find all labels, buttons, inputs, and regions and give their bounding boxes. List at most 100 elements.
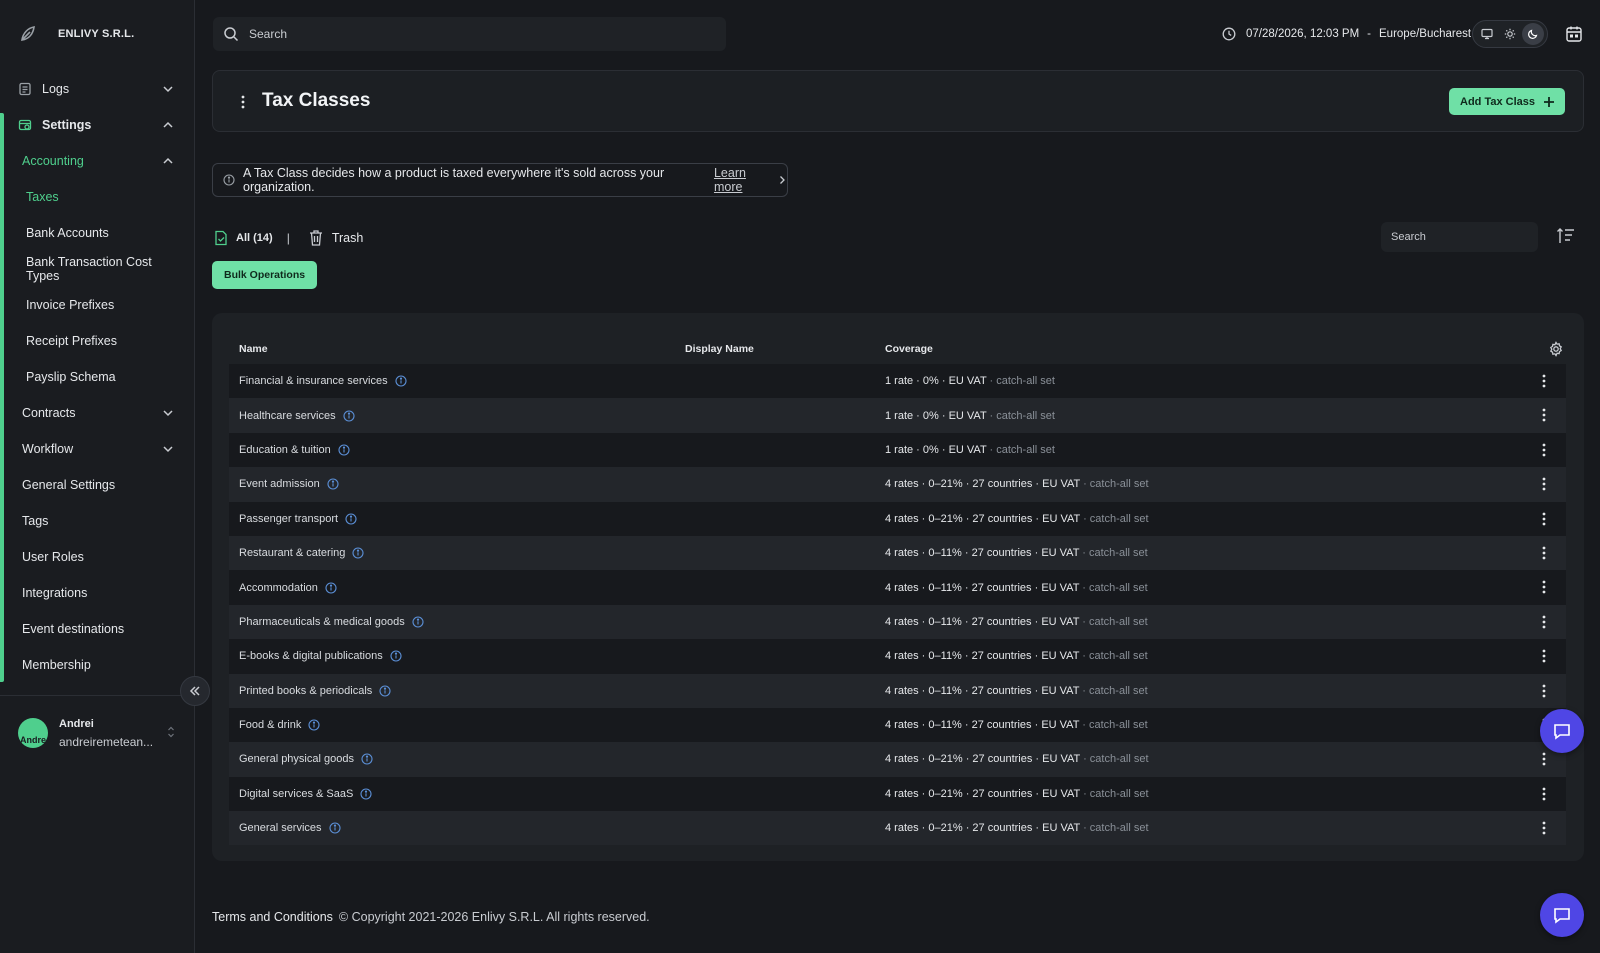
org-header[interactable]: ENLIVY S.R.L.	[18, 20, 134, 48]
kebab-menu-icon[interactable]	[1537, 751, 1551, 767]
sidebar-item-bank-accounts[interactable]: Bank Accounts	[26, 221, 174, 245]
info-icon[interactable]	[327, 478, 339, 490]
kebab-menu-icon[interactable]	[1537, 373, 1551, 389]
page-menu-icon[interactable]	[235, 92, 251, 112]
sidebar-item-label: Logs	[42, 82, 70, 96]
calendar-button[interactable]	[1562, 22, 1586, 46]
column-header-coverage[interactable]: Coverage	[885, 343, 933, 355]
sidebar-item-user-roles[interactable]: User Roles	[22, 545, 174, 569]
chat-button[interactable]	[1540, 893, 1584, 937]
sun-icon[interactable]	[1499, 23, 1521, 45]
list-search-input[interactable]	[1381, 222, 1538, 252]
table-row[interactable]: General services 4 rates · 0–21% · 27 cou…	[229, 811, 1566, 846]
sidebar-item-settings[interactable]: Settings	[18, 113, 174, 137]
table-row[interactable]: Passenger transport 4 rates · 0–21% · 27 …	[229, 501, 1566, 536]
sidebar-item-logs[interactable]: Logs	[18, 77, 174, 101]
table-row[interactable]: Financial & insurance services 1 rate · 0…	[229, 364, 1566, 399]
table-row[interactable]: Restaurant & catering 4 rates · 0–11% · 2…	[229, 535, 1566, 571]
sidebar-item-membership[interactable]: Membership	[22, 653, 174, 677]
filter-all-tab[interactable]: All (14)	[214, 230, 273, 246]
sidebar-item-general-settings[interactable]: General Settings	[22, 473, 174, 497]
chevron-up-icon[interactable]	[162, 119, 174, 131]
sidebar-item-bank-transaction-cost-types[interactable]: Bank Transaction Cost Types	[26, 255, 174, 283]
kebab-menu-icon[interactable]	[1537, 614, 1551, 630]
timezone-value: Europe/Bucharest	[1379, 28, 1472, 40]
leaf-logo-icon	[18, 24, 38, 44]
info-icon[interactable]	[345, 513, 357, 525]
sidebar-item-invoice-prefixes[interactable]: Invoice Prefixes	[26, 293, 174, 317]
kebab-menu-icon[interactable]	[1537, 820, 1551, 836]
learn-more-link[interactable]: Learn more	[714, 166, 787, 194]
sidebar-item-label: Settings	[42, 118, 92, 132]
info-icon[interactable]	[390, 650, 402, 662]
kebab-menu-icon[interactable]	[1537, 683, 1551, 699]
table-row[interactable]: Food & drink 4 rates · 0–11% · 27 countri…	[229, 707, 1566, 743]
column-header-display-name[interactable]: Display Name	[685, 343, 754, 355]
info-icon[interactable]	[379, 685, 391, 697]
sort-icon[interactable]	[1556, 227, 1576, 245]
sidebar-item-event-destinations[interactable]: Event destinations	[22, 617, 174, 641]
info-icon[interactable]	[360, 788, 372, 800]
kebab-menu-icon[interactable]	[1537, 545, 1551, 561]
info-icon[interactable]	[308, 719, 320, 731]
cell-name: Healthcare services	[239, 410, 355, 422]
chevron-down-icon[interactable]	[162, 407, 174, 419]
chevron-down-icon[interactable]	[162, 443, 174, 455]
sidebar-item-tags[interactable]: Tags	[22, 509, 174, 533]
add-tax-class-button[interactable]: Add Tax Class	[1449, 88, 1565, 115]
sidebar-item-receipt-prefixes[interactable]: Receipt Prefixes	[26, 329, 174, 353]
column-header-name[interactable]: Name	[239, 343, 268, 355]
kebab-menu-icon[interactable]	[1537, 442, 1551, 458]
chevron-up-down-icon[interactable]	[167, 725, 175, 739]
tax-class-name: Restaurant & catering	[239, 547, 346, 560]
table-row[interactable]: Healthcare services 1 rate · 0% · EU VAT …	[229, 398, 1566, 433]
info-icon[interactable]	[338, 444, 350, 456]
chevron-up-icon[interactable]	[162, 155, 174, 167]
trash-icon	[308, 229, 324, 247]
bulk-operations-button[interactable]: Bulk Operations	[212, 261, 318, 289]
info-icon[interactable]	[395, 375, 407, 387]
monitor-icon[interactable]	[1476, 23, 1498, 45]
table-row[interactable]: General physical goods 4 rates · 0–21% · …	[229, 742, 1566, 777]
collapse-sidebar-button[interactable]	[180, 676, 210, 706]
kebab-menu-icon[interactable]	[1537, 786, 1551, 802]
table-row[interactable]: Accommodation 4 rates · 0–11% · 27 countr…	[229, 570, 1566, 605]
search-icon	[223, 26, 239, 42]
kebab-menu-icon[interactable]	[1537, 476, 1551, 492]
coverage-summary: 4 rates · 0–11% · 27 countries · EU VAT	[885, 581, 1080, 594]
sidebar-item-payslip-schema[interactable]: Payslip Schema	[26, 365, 174, 389]
chat-button[interactable]	[1540, 709, 1584, 753]
kebab-menu-icon[interactable]	[1537, 579, 1551, 595]
kebab-menu-icon[interactable]	[1537, 407, 1551, 423]
table-row[interactable]: Pharmaceuticals & medical goods 4 rates ·…	[229, 604, 1566, 640]
table-row[interactable]: Printed books & periodicals 4 rates · 0–1…	[229, 673, 1566, 708]
table-row[interactable]: Event admission 4 rates · 0–21% · 27 coun…	[229, 467, 1566, 502]
info-icon[interactable]	[328, 822, 341, 834]
filter-trash-tab[interactable]: Trash	[308, 229, 363, 247]
user-menu[interactable]: Andre Andrei andreiremetean...	[18, 713, 183, 753]
info-icon[interactable]	[352, 547, 364, 559]
coverage-note: · catch-all set	[1080, 512, 1149, 525]
kebab-menu-icon[interactable]	[1537, 648, 1551, 664]
terms-link[interactable]: Terms and Conditions	[212, 910, 333, 924]
table-row[interactable]: Digital services & SaaS 4 rates · 0–21% ·…	[229, 776, 1566, 812]
table-row[interactable]: E-books & digital publications 4 rates · …	[229, 639, 1566, 674]
sidebar-item-contracts[interactable]: Contracts	[22, 401, 174, 425]
sidebar-item-workflow[interactable]: Workflow	[22, 437, 174, 461]
info-icon[interactable]	[343, 410, 355, 422]
coverage-summary: 1 rate · 0% · EU VAT	[885, 443, 987, 456]
sidebar-item-accounting[interactable]: Accounting	[22, 149, 174, 173]
info-icon[interactable]	[325, 581, 337, 594]
info-icon[interactable]	[361, 753, 373, 766]
chevron-down-icon[interactable]	[162, 83, 174, 95]
sidebar-item-taxes[interactable]: Taxes	[26, 185, 174, 209]
info-icon[interactable]	[412, 616, 424, 628]
search-input[interactable]	[249, 27, 689, 41]
table-row[interactable]: Education & tuition 1 rate · 0% · EU VAT …	[229, 432, 1566, 468]
moon-icon[interactable]	[1522, 23, 1545, 45]
global-search[interactable]	[213, 17, 726, 51]
cell-name: Accommodation	[239, 582, 337, 594]
kebab-menu-icon[interactable]	[1537, 511, 1551, 527]
sidebar-item-integrations[interactable]: Integrations	[22, 581, 174, 605]
gear-icon[interactable]	[1548, 341, 1564, 357]
